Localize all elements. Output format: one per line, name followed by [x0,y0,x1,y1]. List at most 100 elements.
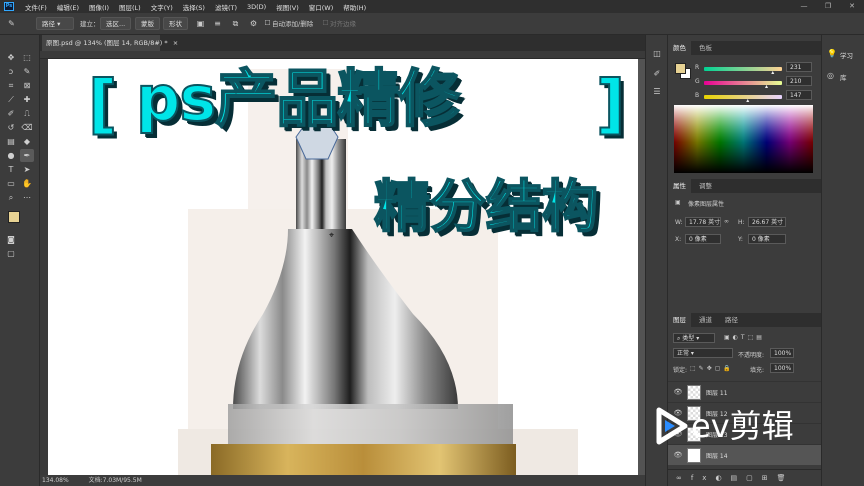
gradient-tool-icon[interactable]: ▤ [4,135,18,148]
fill-label: 填充: [750,367,765,374]
path-operations-icon[interactable]: ▣ [195,18,206,29]
move-tool-icon[interactable]: ✥ [4,51,18,64]
channel-b-slider[interactable] [704,95,782,99]
channel-b-label: B [695,92,700,99]
history-panel-icon[interactable]: ◫ [650,47,664,60]
crop-tool-icon[interactable]: ⌗ [4,79,18,92]
menu-window[interactable]: 窗口(W) [304,2,339,12]
channel-r-value[interactable]: 231 [786,62,812,72]
watermark: ev剪辑 [655,403,825,449]
mask-button[interactable]: 蒙版 [135,17,160,30]
eyedropper-tool-icon[interactable]: ⟋ [4,93,18,106]
fill-field[interactable]: 100% [770,363,794,373]
stamp-tool-icon[interactable]: ⎍ [20,107,34,120]
document-info[interactable]: 文档:7.03M/95.5M [89,477,142,484]
pen-tool-icon[interactable]: ✒ [20,149,34,162]
channel-g-thumb[interactable]: ▴ [765,83,768,90]
menu-3d[interactable]: 3D(D) [242,3,271,11]
lock-label: 锁定: [673,367,688,374]
color-panel-tabs: 颜色 色板 [668,41,822,55]
channel-r-thumb[interactable]: ▴ [771,69,774,76]
menu-view[interactable]: 视图(V) [271,2,304,12]
quick-mask-icon[interactable]: ◙ [4,233,18,246]
libraries-icon[interactable]: ◎ [827,71,834,80]
gear-icon[interactable]: ⚙ [248,18,259,29]
document-tab[interactable]: 原图.psd @ 134% (图层 14, RGB/8#) * × [42,35,178,51]
mode-select[interactable]: 路径 ▾ [36,17,74,30]
shape-tool-icon[interactable]: ▭ [4,177,18,190]
path-select-tool-icon[interactable]: ➤ [20,163,34,176]
path-alignment-icon[interactable]: ≡ [212,18,223,29]
filter-icons[interactable]: ▣◐T⬚▤ [724,334,765,341]
tab-close-icon[interactable]: × [173,39,178,47]
healing-brush-tool-icon[interactable]: ✚ [20,93,34,106]
adjust-panel-icon[interactable]: ☰ [650,85,664,98]
tab-color[interactable]: 颜色 [668,41,691,55]
link-icon[interactable]: ∞ [724,218,729,225]
frame-tool-icon[interactable]: ⊠ [20,79,34,92]
marquee-tool-icon[interactable]: ⬚ [20,51,34,64]
quick-select-tool-icon[interactable]: ✎ [20,65,34,78]
menu-layer[interactable]: 图层(L) [114,2,146,12]
blur-tool-icon[interactable]: ◆ [20,135,34,148]
photoshop-logo: Ps [4,2,14,11]
blend-mode-select[interactable]: 正常 ▾ [673,348,733,358]
restore-button[interactable]: ❐ [817,0,839,13]
path-arrangement-icon[interactable]: ⧉ [230,18,241,29]
menu-filter[interactable]: 滤镜(T) [210,2,242,12]
tab-paths[interactable]: 路径 [720,313,743,327]
visibility-eye-icon[interactable]: 👁 [673,387,683,397]
menu-image[interactable]: 图像(I) [84,2,114,12]
layer-row[interactable]: 👁 图层 11 [668,381,822,402]
libraries-label[interactable]: 库 [840,72,847,82]
lock-icons[interactable]: ⬚✎✥▢🔒 [690,365,734,372]
height-field[interactable]: 26.67 英寸 [748,217,786,227]
zoom-level[interactable]: 134.08% [42,477,69,484]
layers-footer-actions[interactable]: ∞fx◐▤▢⊞🗑 [668,469,822,486]
opacity-field[interactable]: 100% [770,348,794,358]
brush-tool-icon[interactable]: ✐ [4,107,18,120]
channel-g-label: G [695,78,700,85]
tab-channels[interactable]: 通道 [694,313,717,327]
menu-help[interactable]: 帮助(H) [338,2,371,12]
minimize-button[interactable]: — [793,0,815,13]
channel-b-value[interactable]: 147 [786,90,812,100]
channel-g-slider[interactable] [704,81,782,85]
width-field[interactable]: 17.78 英寸 [685,217,721,227]
shape-button[interactable]: 形状 [163,17,188,30]
zoom-tool-icon[interactable]: ⌕ [4,191,18,204]
menu-select[interactable]: 选择(S) [178,2,210,12]
pen-tool-preset-icon[interactable]: ✎ [6,18,17,29]
close-window-button[interactable]: ✕ [841,0,863,13]
foreground-color-swatch[interactable] [8,211,20,223]
tab-layers[interactable]: 图层 [668,313,691,327]
x-field[interactable]: 0 像素 [685,234,721,244]
selection-button[interactable]: 选区... [100,17,132,30]
hand-tool-icon[interactable]: ✋ [20,177,34,190]
color-spectrum[interactable] [674,105,813,173]
color-foreground-swatch[interactable] [675,63,686,74]
channel-g-value[interactable]: 210 [786,76,812,86]
lasso-tool-icon[interactable]: ↄ [4,65,18,78]
brush-panel-icon[interactable]: ✐ [650,67,664,80]
document-canvas[interactable]: [ ps产品精修 ] 精分结构 ⌖ [48,59,638,476]
eraser-tool-icon[interactable]: ⌫ [20,121,34,134]
tab-swatches[interactable]: 色板 [694,41,717,55]
tab-adjustments[interactable]: 调整 [694,179,717,193]
type-tool-icon[interactable]: T [4,163,18,176]
dodge-tool-icon[interactable]: ● [4,149,18,162]
history-brush-tool-icon[interactable]: ↺ [4,121,18,134]
screen-mode-icon[interactable]: ▢ [4,247,18,260]
title-bracket-left: [ [87,67,118,143]
more-tools-icon[interactable]: ⋯ [20,191,34,204]
layer-filter-select[interactable]: ⌕ 类型 ▾ [673,333,715,343]
menu-file[interactable]: 文件(F) [20,2,52,12]
tab-properties[interactable]: 属性 [668,179,691,193]
learn-label[interactable]: 学习 [840,50,853,60]
visibility-eye-icon[interactable]: 👁 [673,450,683,460]
lightbulb-icon[interactable]: 💡 [827,49,837,58]
menu-type[interactable]: 文字(Y) [146,2,178,12]
channel-b-thumb[interactable]: ▴ [746,97,749,104]
menu-edit[interactable]: 编辑(E) [52,2,84,12]
y-field[interactable]: 0 像素 [748,234,786,244]
